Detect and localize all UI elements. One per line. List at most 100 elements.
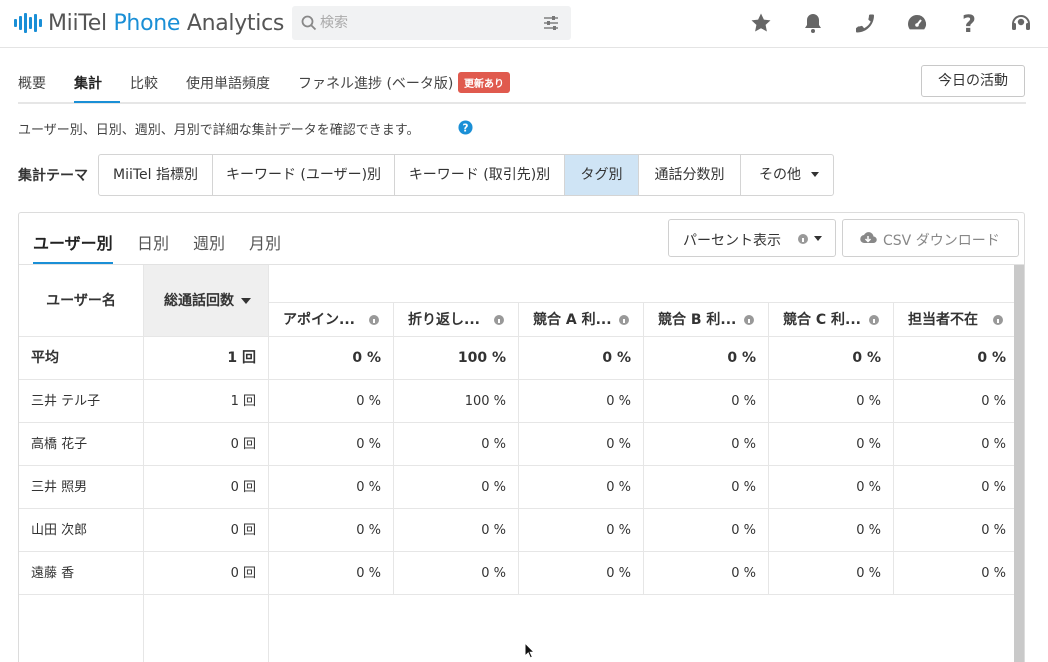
tag-percent-cell: 0 % [644, 337, 769, 380]
tag-percent-cell: 0 % [644, 380, 769, 423]
user-name-cell[interactable]: 山田 次郎 [19, 509, 144, 552]
tab-overview[interactable]: 概要 [18, 73, 46, 93]
info-icon[interactable] [993, 315, 1003, 325]
tag-column-label: 折り返し... [408, 312, 480, 328]
info-icon[interactable] [744, 315, 754, 325]
user-name-cell[interactable]: 三井 テル子 [19, 380, 144, 423]
theme-label: 集計テーマ [18, 168, 88, 184]
tag-percent-cell: 0 % [519, 380, 644, 423]
svg-text:?: ? [962, 11, 976, 35]
tab-funnel[interactable]: ファネル進捗 (ベータ版) [298, 73, 453, 93]
tag-percent-cell: 0 % [519, 552, 644, 595]
active-tab-indicator [74, 101, 120, 103]
tag-percent-cell: 0 % [394, 423, 519, 466]
tag-column-label: 競合 A 利... [533, 312, 612, 328]
info-icon[interactable] [869, 315, 879, 325]
total-calls-cell: 0 回 [144, 423, 269, 466]
theme-option-call-minutes[interactable]: 通話分数別 [639, 155, 741, 195]
total-calls-cell: 1 回 [144, 380, 269, 423]
tab-compare[interactable]: 比較 [130, 73, 158, 93]
cloud-download-icon [860, 232, 877, 244]
average-row-label: 平均 [19, 337, 144, 380]
tab-word-frequency[interactable]: 使用単語頻度 [186, 73, 270, 93]
star-icon[interactable] [749, 11, 773, 35]
mouse-cursor-icon [524, 642, 536, 659]
theme-option-keyword-user[interactable]: キーワード (ユーザー)別 [213, 155, 395, 195]
tag-percent-cell: 0 % [519, 509, 644, 552]
column-header-tag[interactable]: 競合 A 利... [519, 303, 644, 337]
tag-percent-cell: 0 % [894, 423, 1019, 466]
subtab-monthly[interactable]: 月別 [249, 230, 281, 254]
column-header-user[interactable]: ユーザー名 [19, 265, 144, 337]
theme-option-tag[interactable]: タグ別 [565, 155, 639, 195]
gauge-icon[interactable] [905, 11, 929, 35]
theme-option-other[interactable]: その他 [741, 155, 833, 195]
info-icon[interactable] [369, 315, 379, 325]
tag-percent-cell: 0 % [769, 337, 894, 380]
top-header: MiiTel Phone Analytics ? [0, 0, 1048, 48]
headset-icon[interactable] [1009, 11, 1033, 35]
user-name-cell[interactable]: 遠藤 香 [19, 552, 144, 595]
app-logo[interactable]: MiiTel Phone Analytics [14, 9, 284, 37]
page-description: ユーザー別、日別、週別、月別で詳細な集計データを確認できます。 [18, 123, 420, 138]
active-subtab-indicator [33, 262, 113, 264]
tag-percent-cell: 0 % [644, 552, 769, 595]
theme-option-keyword-account[interactable]: キーワード (取引先)別 [395, 155, 565, 195]
horizontal-scrollbar[interactable] [1014, 265, 1024, 662]
phone-icon[interactable] [853, 11, 877, 35]
column-header-tag[interactable]: 競合 C 利... [769, 303, 894, 337]
column-header-total-calls[interactable]: 総通話回数 [144, 265, 269, 337]
svg-text:?: ? [463, 122, 469, 134]
filter-settings-icon[interactable] [543, 15, 559, 31]
tag-column-label: 担当者不在 [908, 312, 978, 328]
column-header-tag[interactable]: 競合 B 利... [644, 303, 769, 337]
period-tabs: ユーザー別 日別 週別 月別 パーセント表示 CSV ダウンロード [19, 213, 1024, 265]
new-badge: 更新あり [458, 72, 510, 93]
tag-percent-cell: 100 % [394, 380, 519, 423]
subtab-user[interactable]: ユーザー別 [33, 230, 113, 254]
tag-percent-cell: 0 % [519, 466, 644, 509]
user-name-cell[interactable]: 高橋 花子 [19, 423, 144, 466]
theme-selector: MiiTel 指標別 キーワード (ユーザー)別 キーワード (取引先)別 タグ… [98, 154, 834, 196]
tab-aggregate[interactable]: 集計 [74, 73, 102, 93]
help-icon[interactable]: ? [458, 120, 473, 135]
search-box [292, 6, 571, 40]
user-name-cell[interactable]: 三井 照男 [19, 466, 144, 509]
tag-percent-cell: 0 % [269, 509, 394, 552]
question-icon[interactable]: ? [957, 11, 981, 35]
tag-percent-cell: 0 % [269, 466, 394, 509]
tag-percent-cell: 0 % [394, 509, 519, 552]
total-calls-cell: 1 回 [144, 337, 269, 380]
tag-percent-cell: 0 % [769, 466, 894, 509]
column-group-header [269, 265, 1019, 303]
tag-percent-cell: 0 % [894, 509, 1019, 552]
tag-percent-cell: 100 % [394, 337, 519, 380]
column-divider [143, 595, 144, 662]
today-activity-button[interactable]: 今日の活動 [921, 65, 1025, 97]
aggregate-card: ユーザー別 日別 週別 月別 パーセント表示 CSV ダウンロード ユーザー名 総… [18, 212, 1025, 662]
subtab-daily[interactable]: 日別 [137, 230, 169, 254]
info-icon[interactable] [619, 315, 629, 325]
bell-icon[interactable] [801, 11, 825, 35]
search-input[interactable] [320, 12, 530, 34]
tag-percent-cell: 0 % [769, 552, 894, 595]
tag-percent-cell: 0 % [644, 466, 769, 509]
csv-download-button[interactable]: CSV ダウンロード [842, 219, 1019, 257]
tag-percent-cell: 0 % [269, 337, 394, 380]
info-icon[interactable] [494, 315, 504, 325]
column-header-tag[interactable]: 折り返し... [394, 303, 519, 337]
sort-desc-icon[interactable] [241, 298, 251, 304]
tag-percent-cell: 0 % [269, 380, 394, 423]
tag-percent-cell: 0 % [894, 552, 1019, 595]
tag-percent-cell: 0 % [644, 423, 769, 466]
subtab-weekly[interactable]: 週別 [193, 230, 225, 254]
theme-other-label: その他 [759, 167, 801, 183]
theme-option-miitel[interactable]: MiiTel 指標別 [99, 155, 213, 195]
tag-column-label: アポイン... [283, 312, 355, 328]
percent-display-dropdown[interactable]: パーセント表示 [668, 219, 836, 257]
column-header-tag[interactable]: 担当者不在 [894, 303, 1019, 337]
tag-percent-cell: 0 % [394, 466, 519, 509]
column-header-tag[interactable]: アポイン... [269, 303, 394, 337]
search-icon [301, 15, 317, 31]
column-divider [268, 595, 269, 662]
